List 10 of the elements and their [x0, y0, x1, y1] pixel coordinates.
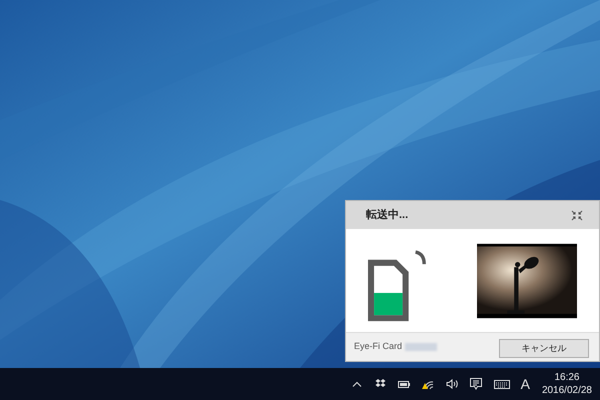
- message-icon[interactable]: [470, 378, 482, 390]
- battery-icon[interactable]: [398, 380, 410, 388]
- wifi-warning-icon[interactable]: [422, 378, 435, 390]
- clock-date[interactable]: 2016/02/28: [542, 384, 592, 397]
- box-icon[interactable]: [374, 379, 386, 389]
- chevron-up-icon[interactable]: [352, 381, 362, 387]
- speaker-icon[interactable]: [446, 379, 458, 389]
- keyboard-icon[interactable]: [494, 380, 510, 388]
- input-indicator[interactable]: A: [520, 374, 530, 394]
- clock-time[interactable]: 16:26: [554, 371, 580, 384]
